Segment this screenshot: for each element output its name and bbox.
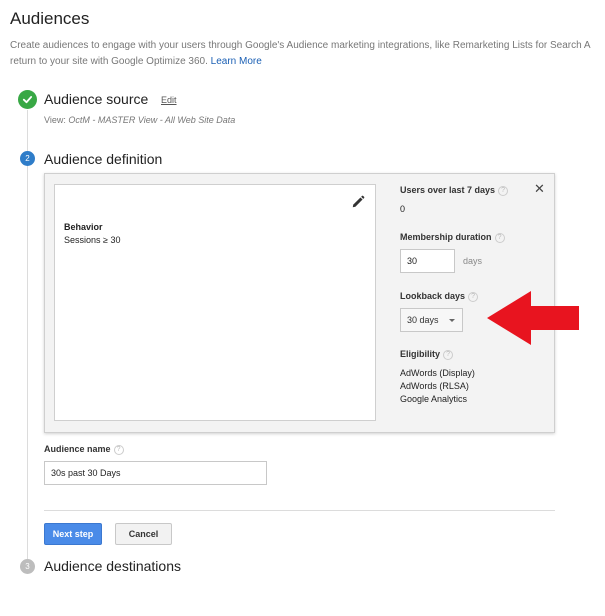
membership-duration-unit: days [463,256,483,266]
eligibility-item: AdWords (RLSA) [400,381,469,391]
condition-value: Sessions ≥ 30 [64,235,121,245]
divider [44,510,555,511]
cancel-button[interactable]: Cancel [115,523,172,545]
users-last-7-days-value: 0 [400,204,406,214]
learn-more-link[interactable]: Learn More [211,56,262,67]
lookback-days-label: Lookback days? [400,291,479,302]
help-icon[interactable]: ? [494,232,505,243]
eligibility-item: Google Analytics [400,394,468,404]
page-title: Audiences [10,9,90,28]
red-arrow-icon [487,291,579,345]
step-title-audience-source: Audience source [44,91,149,107]
membership-duration-input[interactable] [400,249,455,273]
help-icon[interactable]: ? [443,349,454,360]
close-icon[interactable]: ✕ [534,181,545,197]
audience-definition-panel: Behavior Sessions ≥ 30 Users over last 7… [44,173,555,433]
step-complete-check-icon [18,90,37,109]
intro-text: Create audiences to engage with your use… [10,38,605,70]
condition-box[interactable]: Behavior Sessions ≥ 30 [54,184,376,421]
help-icon[interactable]: ? [113,444,124,455]
audience-name-input[interactable] [44,461,267,485]
help-icon[interactable]: ? [498,185,509,196]
intro-line-1: Create audiences to engage with your use… [10,40,591,51]
users-last-7-days-label: Users over last 7 days? [400,185,509,196]
intro-line-2: return to your site with Google Optimize… [10,56,262,67]
step-number-2: 2 [20,151,35,166]
edit-source-link[interactable]: Edit [161,95,177,105]
caret-down-icon [449,319,455,322]
condition-title: Behavior [64,222,103,232]
audience-name-label: Audience name? [44,444,124,455]
step-title-audience-definition: Audience definition [44,151,163,167]
step-timeline [27,110,28,565]
source-view-value: OctM - MASTER View - All Web Site Data [68,115,236,125]
eligibility-label: Eligibility? [400,349,454,360]
help-icon[interactable]: ? [468,291,479,302]
step-title-audience-destinations: Audience destinations [44,558,181,574]
eligibility-item: AdWords (Display) [400,368,475,378]
membership-duration-label: Membership duration? [400,232,505,243]
pencil-icon[interactable] [351,195,365,209]
lookback-days-value: 30 days [407,315,439,325]
next-step-button[interactable]: Next step [44,523,102,545]
source-view: View: OctM - MASTER View - All Web Site … [44,115,236,125]
step-number-3: 3 [20,559,35,574]
lookback-days-select[interactable]: 30 days [400,308,463,332]
